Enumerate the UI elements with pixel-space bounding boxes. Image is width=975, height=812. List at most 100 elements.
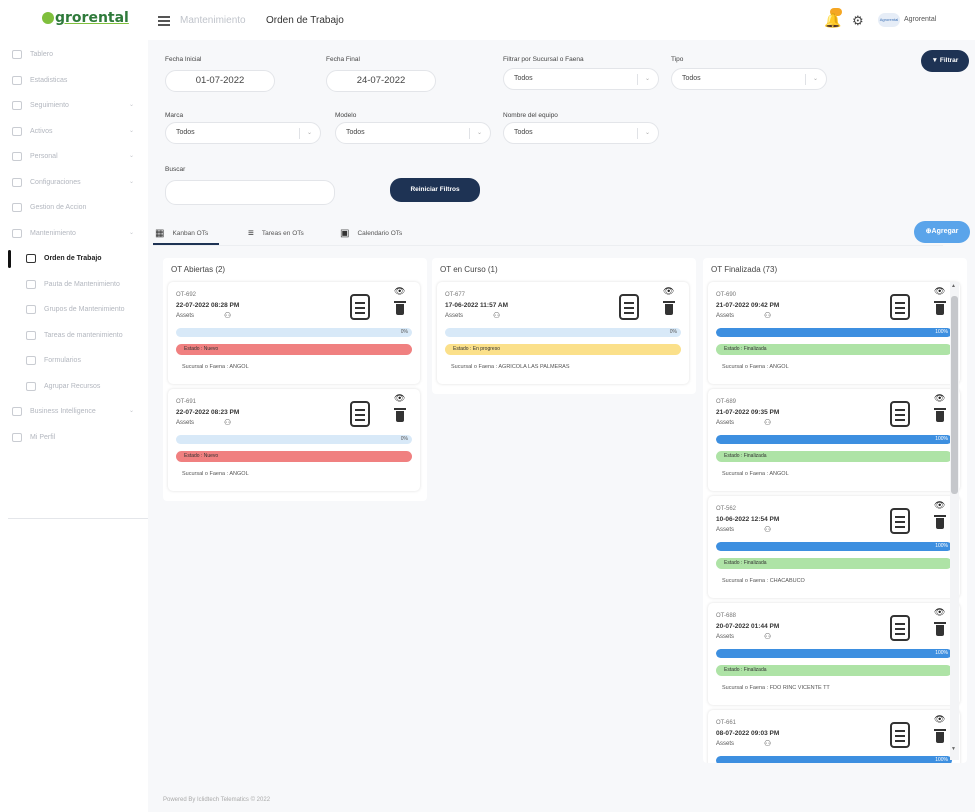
app-logo[interactable]: grorental: [42, 10, 129, 26]
trash-icon[interactable]: [934, 729, 946, 743]
sidebar-item[interactable]: Mi Perfil: [0, 425, 148, 451]
user-name[interactable]: Agrorental: [904, 16, 936, 23]
modelo-select[interactable]: Todos ⌄: [335, 122, 491, 144]
document-icon[interactable]: [890, 294, 910, 320]
scroll-down-icon[interactable]: ▼: [951, 746, 956, 752]
eye-icon[interactable]: 👁: [394, 286, 405, 297]
assets-network-icon[interactable]: ⚇: [224, 418, 231, 427]
sidebar-item[interactable]: Estadisticas: [0, 68, 148, 94]
trash-icon[interactable]: [394, 408, 406, 422]
document-icon[interactable]: [890, 401, 910, 427]
eye-icon[interactable]: 👁: [934, 393, 945, 404]
trash-icon[interactable]: [934, 515, 946, 529]
ot-card[interactable]: OT-688 20-07-2022 01:44 PM Assets ⚇ 👁 100% Est…: [708, 603, 960, 705]
progress-percent: 0%: [400, 329, 408, 335]
footer-text: Powered By Iclidtech Telematics © 2022: [163, 797, 271, 803]
tab-kanban[interactable]: ▦ Kanban OTs: [155, 228, 208, 239]
sidebar-item-label: Mantenimiento: [30, 229, 76, 237]
ot-card[interactable]: OT-690 21-07-2022 09:42 PM Assets ⚇ 👁 100% Est…: [708, 282, 960, 384]
filter-button[interactable]: ▼ Filtrar: [921, 50, 969, 72]
eye-icon[interactable]: 👁: [934, 714, 945, 725]
ot-card[interactable]: OT-677 17-06-2022 11:57 AM Assets ⚇ 👁 0% Estad…: [437, 282, 689, 384]
tipo-select[interactable]: Todos ⌄: [671, 68, 827, 90]
trash-icon[interactable]: [663, 301, 675, 315]
ot-card[interactable]: OT-562 10-06-2022 12:54 PM Assets ⚇ 👁 100% Est…: [708, 496, 960, 598]
status-badge: Estado : Nuevo: [176, 344, 412, 355]
sidebar-item-icon: [26, 381, 36, 391]
sidebar-item-label: Personal: [30, 153, 58, 161]
document-icon[interactable]: [890, 722, 910, 748]
chevron-down-icon: ⌄: [812, 76, 818, 82]
active-item-indicator: [8, 250, 11, 268]
avatar[interactable]: Agrorental: [878, 13, 900, 27]
eye-icon[interactable]: 👁: [394, 393, 405, 404]
trash-icon[interactable]: [934, 301, 946, 315]
document-icon[interactable]: [890, 615, 910, 641]
eye-icon[interactable]: 👁: [934, 607, 945, 618]
progress-fill: [716, 328, 952, 337]
gear-icon[interactable]: ⚙: [852, 13, 864, 29]
sidebar-item[interactable]: Activos ⌄: [0, 119, 148, 145]
sidebar-item[interactable]: Seguimiento ⌄: [0, 93, 148, 119]
assets-network-icon[interactable]: ⚇: [224, 311, 231, 320]
sidebar-item-label: Gestion de Accion: [30, 204, 87, 212]
marca-select-value: Todos: [176, 129, 195, 136]
sidebar-item[interactable]: Tablero: [0, 42, 148, 68]
sidebar-item[interactable]: Gestion de Accion: [0, 195, 148, 221]
bell-icon[interactable]: 🔔: [824, 12, 841, 29]
document-icon[interactable]: [890, 508, 910, 534]
buscar-input[interactable]: [165, 180, 335, 205]
sucursal-select[interactable]: Todos ⌄: [503, 68, 659, 90]
sidebar-item[interactable]: Configuraciones ⌄: [0, 170, 148, 196]
assets-network-icon[interactable]: ⚇: [764, 418, 771, 427]
select-separator: [637, 128, 638, 139]
marca-label: Marca: [165, 112, 184, 119]
assets-network-icon[interactable]: ⚇: [764, 739, 771, 748]
assets-network-icon[interactable]: ⚇: [764, 311, 771, 320]
sidebar-item[interactable]: Business Intelligence ⌄: [0, 399, 148, 425]
document-icon[interactable]: [619, 294, 639, 320]
select-separator: [299, 128, 300, 139]
add-button[interactable]: ⊕Agregar: [914, 221, 970, 243]
scroll-up-icon[interactable]: ▲: [951, 283, 956, 289]
eye-icon[interactable]: 👁: [663, 286, 674, 297]
sidebar-item[interactable]: Tareas de mantenimiento: [0, 323, 148, 349]
sidebar-item[interactable]: Personal ⌄: [0, 144, 148, 170]
sidebar-item[interactable]: Orden de Trabajo: [0, 246, 148, 272]
column-scrollbar-thumb[interactable]: [951, 296, 958, 494]
ot-card[interactable]: OT-691 22-07-2022 08:23 PM Assets ⚇ 👁 0% Estad…: [168, 389, 420, 491]
sidebar-item[interactable]: Mantenimiento ⌄: [0, 221, 148, 247]
document-icon[interactable]: [350, 401, 370, 427]
logo-mark-icon: [42, 12, 54, 24]
eye-icon[interactable]: 👁: [934, 286, 945, 297]
reset-filters-button[interactable]: Reiniciar Filtros: [390, 178, 480, 202]
eye-icon[interactable]: 👁: [934, 500, 945, 511]
equipo-select[interactable]: Todos ⌄: [503, 122, 659, 144]
fecha-final-input[interactable]: 24-07-2022: [326, 70, 436, 92]
menu-toggle-icon[interactable]: [158, 16, 170, 26]
trash-icon[interactable]: [394, 301, 406, 315]
ot-sucursal: Sucursal o Faena : ANGOL: [722, 364, 789, 370]
ot-card[interactable]: OT-66108-07-2022 09:03 PMAssets⚇👁100%Est…: [708, 710, 960, 763]
topbar: Mantenimiento Orden de Trabajo 🔔 ⚙ Agror…: [148, 0, 975, 40]
assets-network-icon[interactable]: ⚇: [493, 311, 500, 320]
progress-percent: 100%: [935, 329, 948, 335]
sidebar-item[interactable]: Grupos de Mantenimiento: [0, 297, 148, 323]
tab-calendario[interactable]: ▣ Calendario OTs: [340, 228, 402, 239]
document-icon[interactable]: [350, 294, 370, 320]
chevron-down-icon: ⌄: [128, 178, 134, 185]
chevron-down-icon: ⌄: [128, 102, 134, 108]
assets-network-icon[interactable]: ⚇: [764, 632, 771, 641]
assets-network-icon[interactable]: ⚇: [764, 525, 771, 534]
marca-select[interactable]: Todos ⌄: [165, 122, 321, 144]
ot-card[interactable]: OT-689 21-07-2022 09:35 PM Assets ⚇ 👁 100% Est…: [708, 389, 960, 491]
sidebar-item[interactable]: Pauta de Mantenimiento: [0, 272, 148, 298]
trash-icon[interactable]: [934, 622, 946, 636]
sidebar-item[interactable]: Formularios: [0, 348, 148, 374]
trash-icon[interactable]: [934, 408, 946, 422]
breadcrumb-parent[interactable]: Mantenimiento: [180, 15, 246, 26]
fecha-inicial-input[interactable]: 01-07-2022: [165, 70, 275, 92]
sidebar-item[interactable]: Agrupar Recursos: [0, 374, 148, 400]
ot-card[interactable]: OT-692 22-07-2022 08:28 PM Assets ⚇ 👁 0% Estad…: [168, 282, 420, 384]
tab-tareas[interactable]: ≡ Tareas en OTs: [248, 228, 304, 239]
